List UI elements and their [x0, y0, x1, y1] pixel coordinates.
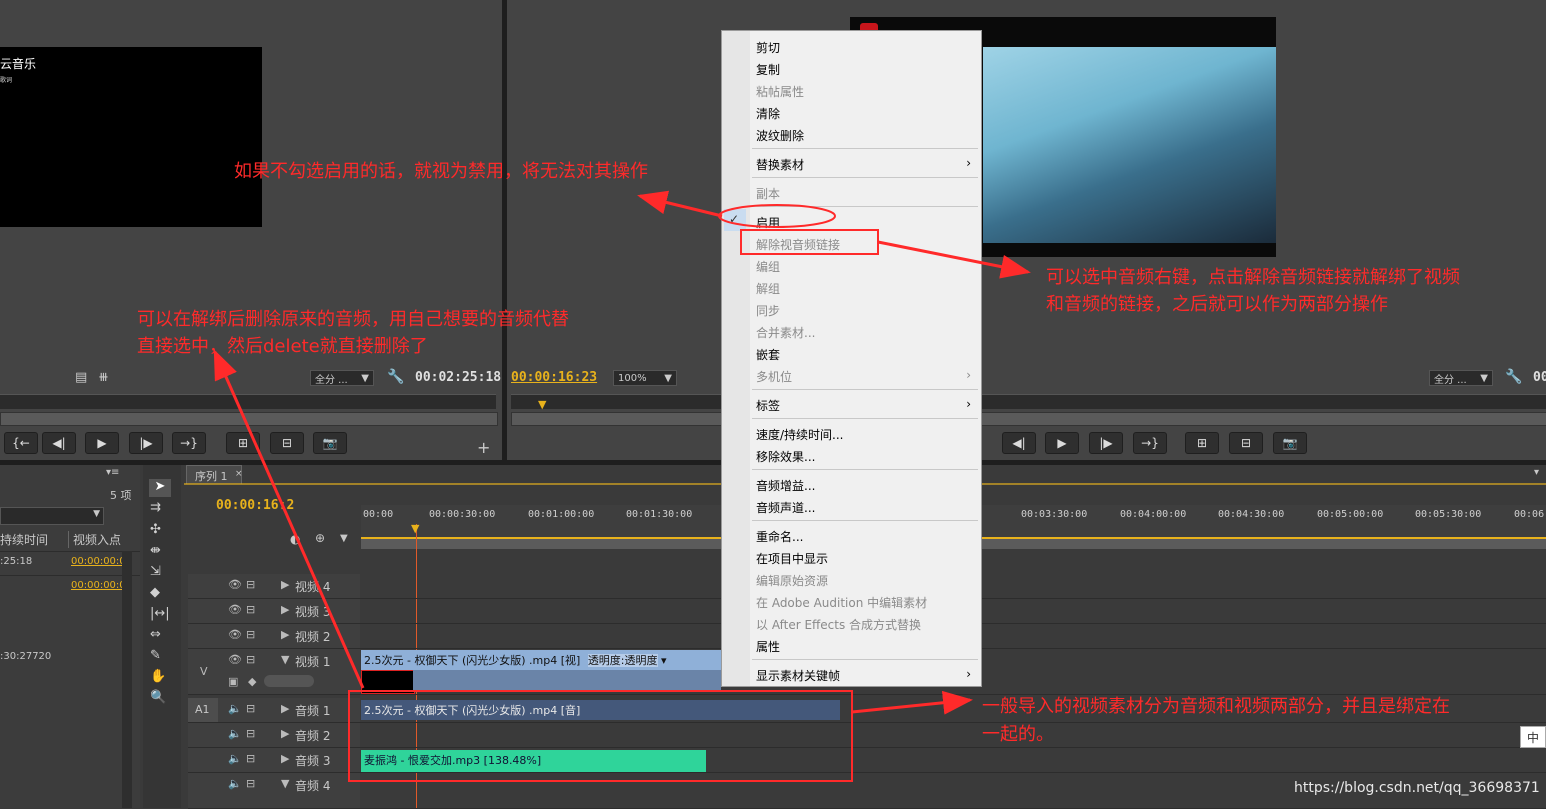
- annotation-unlink-note-line1: 可以选中音频右键，点击解除音频链接就解绑了视频: [1046, 267, 1460, 288]
- linked-arrow: [851, 690, 973, 715]
- annotation-overlay: [213, 190, 1031, 782]
- annotation-unlink-note-line2: 和音频的链接，之后就可以作为两部分操作: [1046, 294, 1388, 315]
- enable-highlight-ellipse: [718, 204, 836, 228]
- annotation-delete-note-line1: 可以在解绑后删除原来的音频，用自己想要的音频代替: [137, 309, 569, 330]
- unlink-arrow: [877, 240, 1031, 279]
- delete-arrow: [213, 349, 365, 689]
- annotation-enable-note: 如果不勾选启用的话，就视为禁用，将无法对其操作: [234, 161, 648, 182]
- watermark: https://blog.csdn.net/qq_36698371: [1294, 780, 1540, 796]
- annotation-linked-note-line1: 一般导入的视频素材分为音频和视频两部分，并且是绑定在: [982, 696, 1450, 717]
- enable-arrow: [637, 190, 723, 218]
- ime-indicator[interactable]: 中: [1520, 726, 1546, 748]
- annotation-delete-note-line2: 直接选中，然后delete就直接删除了: [137, 336, 428, 357]
- audio-tracks-highlight-box: [348, 690, 853, 782]
- unlink-highlight-box: [740, 229, 879, 255]
- annotation-linked-note-line2: 一起的。: [982, 724, 1054, 745]
